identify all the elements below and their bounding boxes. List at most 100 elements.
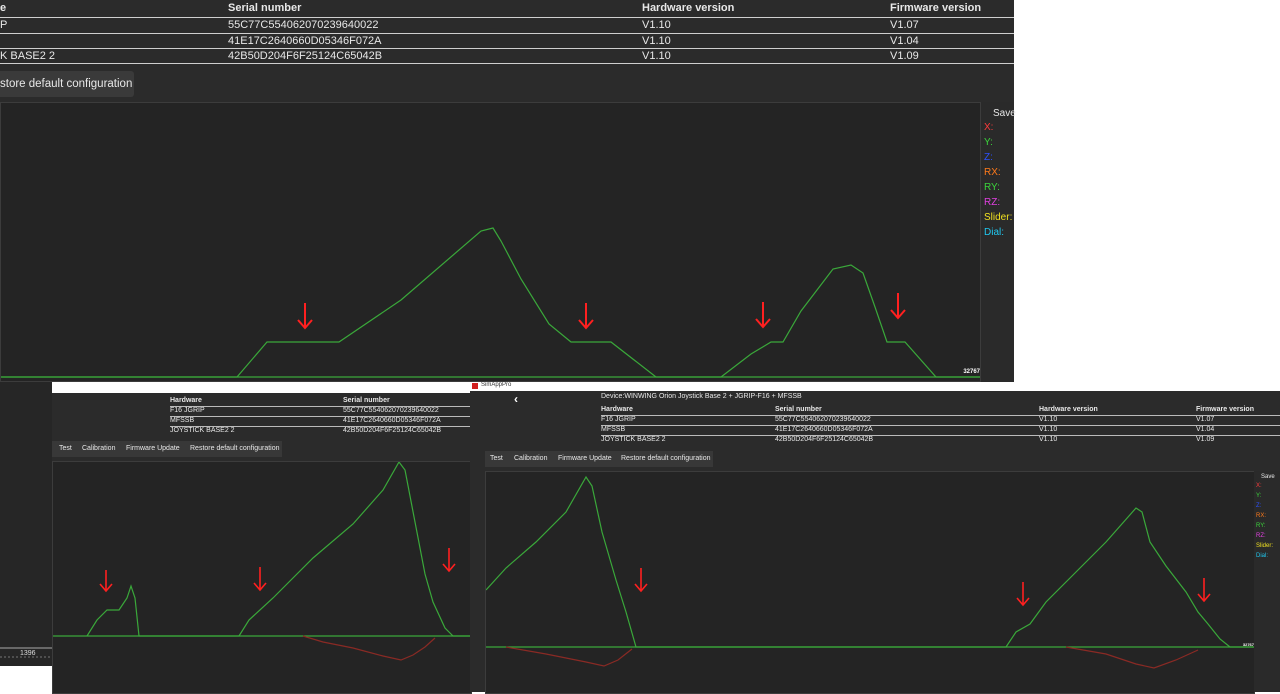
header-hardware: Hardware	[170, 397, 202, 404]
cell-serial: 55C77C554062070239640022	[228, 19, 379, 31]
table-header: Hardware Serial number Hardware version …	[601, 406, 1280, 416]
cell-serial: 55C77C554062070239640022	[343, 407, 439, 414]
legend-slider: Slider:	[984, 212, 1013, 223]
axis-plot	[52, 461, 472, 694]
arrow-down-icon	[1016, 582, 1030, 607]
legend-z: Z:	[984, 152, 993, 163]
cell-serial: 42B50D204F6F25124C65042B	[343, 427, 442, 434]
table-row: MFSSB 41E17C2640660D05346F072A	[170, 417, 470, 427]
cell-fw-version: V1.07	[1196, 416, 1215, 423]
rx-axis-trace	[1065, 646, 1199, 669]
cell-hw-version: V1.10	[1039, 416, 1058, 423]
header-hardware: Hardware	[601, 406, 633, 413]
cell-hardware: F16 JGRIP	[601, 416, 636, 423]
axis-max-label: 32767	[1242, 642, 1254, 647]
arrow-down-icon	[890, 293, 906, 320]
bottom-left-screenshot: Hardware Serial number F16 JGRIP 55C77C5…	[52, 393, 472, 694]
legend-dial: Dial:	[984, 227, 1005, 238]
axis-plot: 32767	[485, 471, 1255, 694]
cell-hardware: MFSSB	[170, 417, 195, 424]
cell-hw-version: V1.10	[642, 50, 671, 62]
cell-hardware: MFSSB	[601, 426, 626, 433]
header-hardware: e	[0, 2, 7, 14]
y-axis-trace	[1, 227, 980, 378]
y-axis-trace	[86, 462, 471, 637]
cell-hardware: P	[0, 19, 8, 31]
table-row: K BASE2 2 42B50D204F6F25124C65042B V1.10…	[0, 48, 1014, 64]
arrow-down-icon	[442, 548, 456, 573]
table-row: MFSSB 41E17C2640660D05346F072A V1.10 V1.…	[601, 426, 1280, 436]
tab-calibration[interactable]: Calibration	[514, 455, 547, 462]
legend-dial: Dial:	[1256, 553, 1269, 559]
tab-firmware-update[interactable]: Firmware Update	[558, 455, 612, 462]
tab-bar: Test Calibration Firmware Update Restore…	[52, 441, 282, 457]
legend-x: X:	[984, 122, 994, 133]
back-icon[interactable]: ‹	[514, 392, 518, 406]
rx-axis-trace	[505, 646, 633, 667]
tab-test[interactable]: Test	[59, 445, 72, 452]
device-table: e Serial number Hardware version Firmwar…	[0, 0, 1014, 64]
axis-value-label: 1396	[20, 650, 36, 657]
cell-serial: 41E17C2640660D05346F072A	[228, 35, 382, 47]
axis-max-label: 32767	[963, 369, 980, 375]
arrow-down-icon	[634, 568, 648, 593]
axis-trace-svg	[53, 462, 471, 661]
window-titlebar: SimAppPro	[470, 382, 1280, 391]
header-hw-version: Hardware version	[1039, 406, 1098, 413]
table-header: Hardware Serial number	[170, 397, 470, 407]
cell-fw-version: V1.04	[890, 35, 919, 47]
tab-test[interactable]: Test	[490, 455, 503, 462]
cell-fw-version: V1.04	[1196, 426, 1215, 433]
cell-serial: 55C77C554062070239640022	[775, 416, 871, 423]
cell-serial: 42B50D204F6F25124C65042B	[228, 50, 383, 62]
cell-serial: 41E17C2640660D05346F072A	[343, 417, 441, 424]
bottom-right-screenshot: SimAppPro ‹ Device:WINWING Orion Joystic…	[470, 382, 1280, 694]
y-axis-trace	[486, 475, 1254, 648]
table-header: e Serial number Hardware version Firmwar…	[0, 0, 1014, 18]
cell-serial: 42B50D204F6F25124C65042B	[775, 436, 874, 443]
table-row: F16 JGRIP 55C77C554062070239640022 V1.10…	[601, 416, 1280, 426]
cell-hardware: K BASE2 2	[0, 50, 56, 62]
header-fw-version: Firmware version	[1196, 406, 1254, 413]
header-serial: Serial number	[343, 397, 390, 404]
tab-restore-default[interactable]: Restore default configuration	[621, 455, 711, 462]
cell-hw-version: V1.10	[642, 19, 671, 31]
save-button[interactable]: Save	[993, 108, 1016, 119]
top-screenshot: e Serial number Hardware version Firmwar…	[0, 0, 1016, 382]
axis-trace-svg	[1, 227, 980, 378]
arrow-down-icon	[253, 567, 267, 592]
tab-bar: Test Calibration Firmware Update Restore…	[485, 451, 713, 467]
cell-hw-version: V1.10	[1039, 436, 1058, 443]
cell-serial: 41E17C2640660D05346F072A	[775, 426, 873, 433]
device-label: Device:WINWING Orion Joystick Base 2 + J…	[601, 393, 802, 400]
restore-default-button[interactable]: store default configuration	[0, 71, 134, 97]
cell-fw-version: V1.07	[890, 19, 919, 31]
legend-z: Z:	[1256, 503, 1262, 509]
cell-hardware: JOYSTICK BASE2 2	[170, 427, 235, 434]
table-row: JOYSTICK BASE2 2 42B50D204F6F25124C65042…	[170, 427, 470, 436]
arrow-down-icon	[1197, 578, 1211, 603]
arrow-down-icon	[297, 303, 313, 330]
tab-restore-default[interactable]: Restore default configuration	[190, 445, 280, 452]
app-title: SimAppPro	[481, 382, 512, 388]
legend-rx: RX:	[984, 167, 1001, 178]
header-hw-version: Hardware version	[642, 2, 735, 14]
cell-fw-version: V1.09	[890, 50, 919, 62]
device-table: Hardware Serial number F16 JGRIP 55C77C5…	[52, 393, 470, 437]
axis-plot: 32767	[0, 102, 981, 382]
save-button[interactable]: Save	[1261, 474, 1275, 480]
device-table: Hardware Serial number Hardware version …	[601, 406, 1280, 446]
strip-svg	[0, 647, 52, 658]
legend-y: Y:	[984, 137, 993, 148]
legend-y: Y:	[1256, 493, 1262, 499]
cell-hw-version: V1.10	[1039, 426, 1058, 433]
legend-slider: Slider:	[1256, 543, 1274, 549]
tab-firmware-update[interactable]: Firmware Update	[126, 445, 180, 452]
arrow-down-icon	[99, 570, 113, 593]
arrow-down-icon	[578, 303, 594, 330]
legend-rz: RZ:	[984, 197, 1001, 208]
arrow-down-icon	[755, 302, 771, 329]
cell-hw-version: V1.10	[642, 35, 671, 47]
cell-hardware: JOYSTICK BASE2 2	[601, 436, 666, 443]
tab-calibration[interactable]: Calibration	[82, 445, 115, 452]
